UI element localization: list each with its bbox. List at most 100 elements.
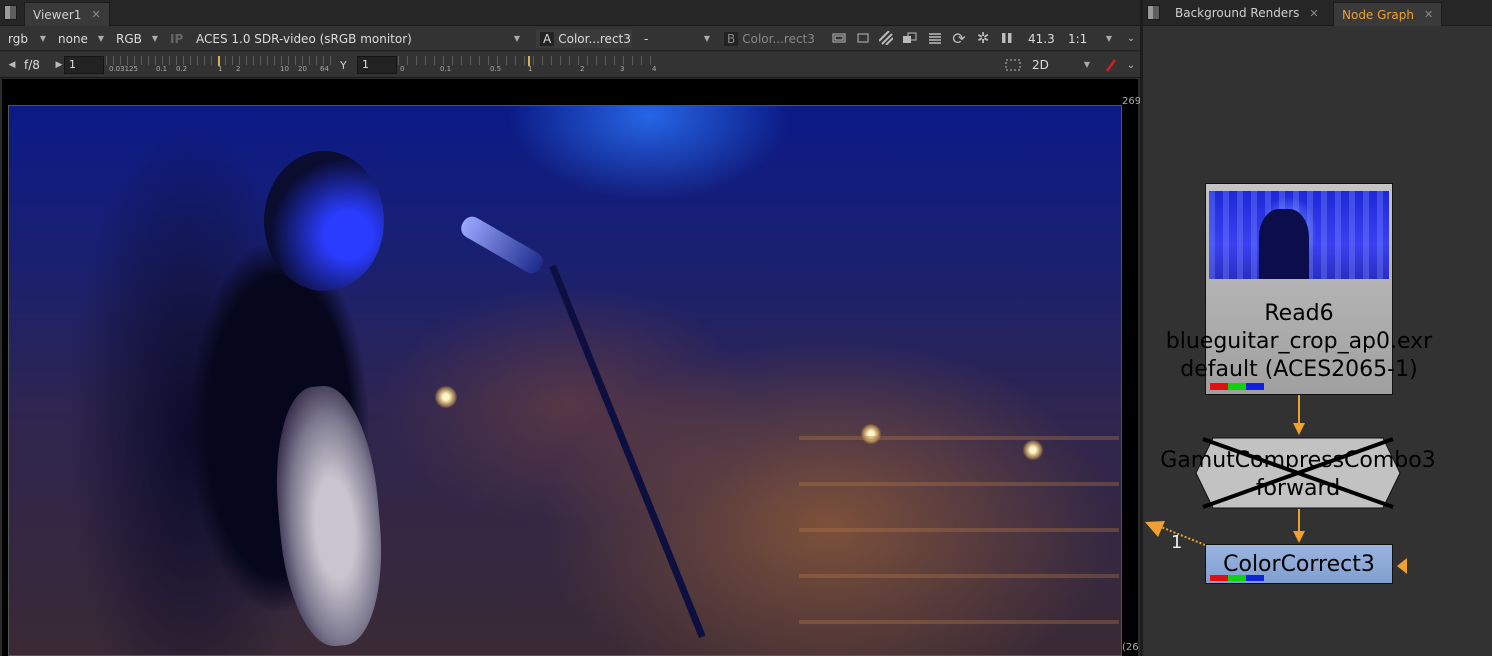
- gamut-compress-node-subtitle: forward: [1255, 476, 1341, 501]
- gamma-slider[interactable]: 0 0.1 0.5 1 2 3 4: [398, 56, 658, 74]
- pause-icon-svg: [1002, 33, 1012, 43]
- gain-tick-label: 0.2: [176, 65, 188, 73]
- wipe-icon-svg: [903, 32, 917, 43]
- view-mode-dropdown[interactable]: 2D ▼: [1028, 55, 1094, 74]
- zoom-value: 41.3: [1028, 31, 1055, 46]
- viewer-panel: Viewer1 ✕ rgb ▼ none ▼ RGB ▼ IP ACES 1.0 SD…: [0, 0, 1142, 656]
- gamut-compress-node-title: GamutCompressCombo3: [1160, 448, 1436, 473]
- display-transform-value: ACES 1.0 SDR-video (sRGB monitor): [196, 31, 412, 46]
- zebra-icon[interactable]: [877, 29, 895, 47]
- node-graph-panel: Background Renders ✕ Node Graph ✕ Read6 …: [1143, 0, 1492, 656]
- input-b-dropdown[interactable]: B Color...rect3: [720, 29, 816, 48]
- display-channels-value: RGB: [116, 31, 142, 46]
- frame-icon[interactable]: [854, 29, 872, 47]
- chevron-down-icon: ▼: [97, 34, 104, 43]
- expand-toolbar-icon[interactable]: ⌄: [1122, 29, 1140, 47]
- display-transform-dropdown[interactable]: ACES 1.0 SDR-video (sRGB monitor) ▼: [192, 29, 524, 48]
- lut-icon[interactable]: [926, 29, 944, 47]
- scene-mic: [457, 212, 547, 278]
- read-node-file: blueguitar_crop_ap0.exr: [1165, 329, 1433, 354]
- channel-indicator: [1210, 383, 1264, 390]
- gain-tick-label: 2: [236, 65, 241, 73]
- fstop-down-icon[interactable]: ◀: [3, 56, 21, 74]
- gain-input[interactable]: 1: [64, 56, 104, 74]
- paint-brush-icon[interactable]: [1102, 56, 1120, 74]
- chevron-down-icon: ▼: [39, 34, 46, 43]
- color-correct-node[interactable]: ColorCorrect3: [1205, 544, 1393, 584]
- region-select-icon-svg: [1005, 59, 1021, 71]
- channels-dropdown[interactable]: rgb ▼: [4, 29, 50, 48]
- chevron-down-icon: ▼: [1105, 34, 1112, 43]
- gear-icon[interactable]: ✲: [974, 29, 992, 47]
- gamma-tick-label: 0: [400, 65, 405, 73]
- viewer-tab-bar: [0, 0, 1140, 26]
- read-node-title: Read6: [1264, 301, 1334, 326]
- gain-tick-label: 0.1: [156, 65, 168, 73]
- chevron-down-icon: ▼: [1083, 60, 1090, 69]
- gain-tick-label: 0.03125: [109, 65, 138, 73]
- zoom-readout[interactable]: 41.3: [1024, 29, 1062, 48]
- read-node-thumbnail: [1209, 191, 1389, 279]
- lut-icon-svg: [929, 33, 941, 44]
- wipe-icon[interactable]: [901, 29, 919, 47]
- fstop-label[interactable]: f/8: [24, 58, 40, 72]
- frame-icon-svg: [857, 33, 869, 43]
- scene-mic-stand: [549, 264, 706, 639]
- tab-node-graph[interactable]: Node Graph ✕: [1333, 2, 1443, 26]
- chevron-down-icon: ▼: [513, 34, 520, 43]
- display-channels-dropdown[interactable]: RGB ▼: [112, 29, 162, 48]
- scene-shelves: [799, 436, 1119, 655]
- gamma-tick-label: 3: [620, 65, 625, 73]
- chevron-down-icon: ▼: [703, 34, 710, 43]
- alpha-channel-dropdown[interactable]: none ▼: [54, 29, 108, 48]
- input-b-label: B: [724, 31, 739, 46]
- alpha-channel-value: none: [58, 31, 88, 46]
- paint-brush-icon-svg: [1105, 59, 1117, 72]
- coord-top-right: 269: [1122, 96, 1142, 107]
- scene-head: [264, 151, 384, 291]
- ip-label: IP: [170, 31, 184, 46]
- gamma-tick-label: 1: [528, 65, 533, 73]
- input-a-value: Color...rect3: [558, 31, 631, 46]
- roi-icon[interactable]: [830, 29, 848, 47]
- input-a-dropdown[interactable]: A Color...rect3: [536, 29, 632, 48]
- gain-slider[interactable]: 0.03125 0.1 0.2 1 2 10 20 64: [106, 56, 332, 74]
- panel-menu-icon[interactable]: [4, 5, 17, 20]
- expand-toolbar-icon[interactable]: ⌄: [1122, 56, 1140, 74]
- tab-background-renders[interactable]: Background Renders ✕: [1167, 2, 1327, 24]
- tab-viewer1-label: Viewer1: [33, 7, 82, 22]
- read-node[interactable]: Read6 blueguitar_crop_ap0.exr default (A…: [1166, 183, 1432, 395]
- read-node-thumbnail-figure: [1259, 209, 1309, 279]
- node-graph-canvas[interactable]: Read6 blueguitar_crop_ap0.exr default (A…: [1143, 27, 1492, 656]
- viewport[interactable]: 269 (26: [2, 79, 1142, 656]
- close-icon[interactable]: ✕: [91, 8, 100, 21]
- view-mode-value: 2D: [1032, 57, 1049, 72]
- panel-menu-icon[interactable]: [1147, 5, 1160, 20]
- compare-mode-dropdown[interactable]: - ▼: [640, 29, 714, 48]
- input-b-value: Color...rect3: [742, 31, 815, 46]
- roi-icon-svg: [832, 33, 846, 43]
- gamma-tick-label: 2: [580, 65, 585, 73]
- ip-button[interactable]: IP: [166, 29, 190, 48]
- gamma-input[interactable]: 1: [357, 56, 397, 74]
- close-icon[interactable]: ✕: [1309, 7, 1318, 20]
- gamut-compress-node[interactable]: GamutCompressCombo3 forward: [1160, 437, 1436, 509]
- viewer-input-number: 1: [1171, 532, 1183, 553]
- gain-tick-label: 20: [298, 65, 307, 73]
- close-icon[interactable]: ✕: [1424, 8, 1433, 21]
- tab-node-graph-label: Node Graph: [1342, 7, 1414, 22]
- region-select-icon[interactable]: [1004, 56, 1022, 74]
- pause-icon[interactable]: [998, 29, 1016, 47]
- tab-background-renders-label: Background Renders: [1175, 6, 1300, 20]
- scene-light: [435, 386, 457, 408]
- scale-dropdown[interactable]: 1:1 ▼: [1064, 29, 1116, 48]
- gamma-label: Y: [340, 59, 347, 72]
- tab-viewer1[interactable]: Viewer1 ✕: [24, 2, 110, 26]
- compare-mode-value: -: [644, 31, 649, 46]
- gamma-tick-label: 0.1: [440, 65, 452, 73]
- gain-tick-label: 10: [280, 65, 289, 73]
- refresh-icon[interactable]: ⟳: [950, 29, 968, 48]
- coord-bottom-right: (26: [1122, 642, 1139, 653]
- read-node-colorspace: default (ACES2065-1): [1180, 357, 1418, 382]
- channel-indicator: [1210, 575, 1264, 581]
